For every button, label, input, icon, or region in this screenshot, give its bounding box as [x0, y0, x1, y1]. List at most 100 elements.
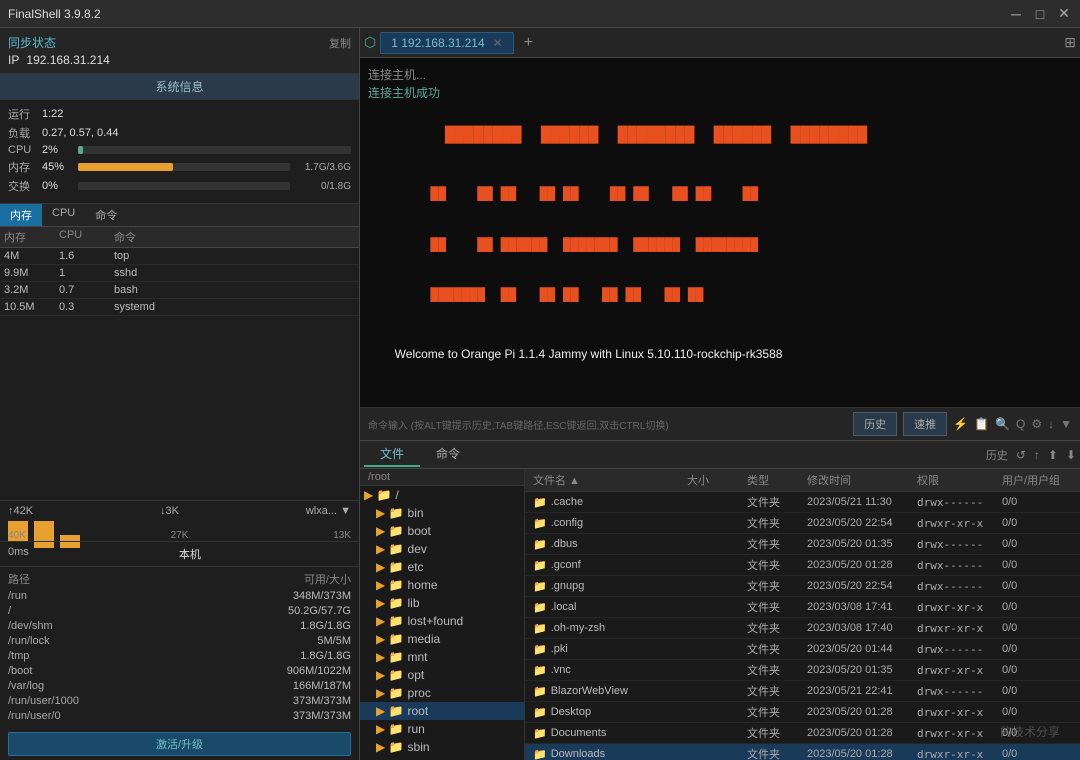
fm-header: 文件名 ▲ 大小 类型 修改时间 权限 用户/用户组 — [525, 469, 1080, 492]
proc-col-cpu: CPU — [59, 229, 114, 245]
proc-table: 内存 CPU 命令 4M 1.6 top 9.9M 1 sshd 3.2M 0.… — [0, 227, 359, 500]
fm-file-row[interactable]: 📁 .pki 文件夹 2023/05/20 01:44 drwx------ 0… — [525, 639, 1080, 660]
net-val-1: 40K — [8, 530, 26, 541]
fm-upload-btn[interactable]: ⬆ — [1048, 448, 1058, 462]
term-logo-3: ██ ██ ██████ ███████ ██████ ████████ — [368, 220, 1072, 271]
tree-item[interactable]: ▶ 📁 dev — [360, 540, 524, 558]
download-icon[interactable]: ↓ — [1048, 417, 1054, 431]
disk-row: /boot 906M/1022M — [8, 664, 351, 678]
tree-item[interactable]: ▶ 📁 opt — [360, 666, 524, 684]
copy-button[interactable]: 复制 — [329, 35, 351, 51]
mem-label: 内存 — [8, 159, 36, 175]
history-button[interactable]: 历史 — [853, 412, 897, 436]
fm-file-row[interactable]: 📁 BlazorWebView 文件夹 2023/05/21 22:41 drw… — [525, 681, 1080, 702]
tree-item[interactable]: ▶ 📁 sbin — [360, 738, 524, 756]
grid-view-button[interactable]: ⊞ — [1064, 34, 1076, 51]
fm-file-row[interactable]: 📁 .dbus 文件夹 2023/05/20 01:35 drwx------ … — [525, 534, 1080, 555]
proc-row[interactable]: 3.2M 0.7 bash — [0, 282, 359, 299]
fm-file-row[interactable]: 📁 Downloads 文件夹 2023/05/20 01:28 drwxr-x… — [525, 744, 1080, 760]
fm-col-perm[interactable]: 权限 — [917, 472, 1002, 488]
fm-file-row[interactable]: 📁 Desktop 文件夹 2023/05/20 01:28 drwxr-xr-… — [525, 702, 1080, 723]
mem-pct: 45% — [42, 161, 72, 173]
mem-bar-fill — [78, 163, 173, 171]
tree-item[interactable]: ▶ 📁 boot — [360, 522, 524, 540]
right-panel: ⬡ 1 192.168.31.214 ✕ + ⊞ 连接主机... 连接主机成功 … — [360, 28, 1080, 760]
proc-tab-cpu[interactable]: CPU — [42, 204, 85, 226]
fm-col-size[interactable]: 大小 — [687, 472, 747, 488]
maximize-button[interactable]: □ — [1032, 6, 1048, 22]
fm-up-btn[interactable]: ↑ — [1034, 448, 1040, 462]
fm-tab-files[interactable]: 文件 — [364, 442, 420, 467]
close-button[interactable]: ✕ — [1056, 6, 1072, 22]
proc-tab-mem[interactable]: 内存 — [0, 204, 42, 226]
proc-row[interactable]: 10.5M 0.3 systemd — [0, 299, 359, 316]
proc-row[interactable]: 9.9M 1 sshd — [0, 265, 359, 282]
tree-item[interactable]: ▶ 📁 proc — [360, 684, 524, 702]
fm-file-row[interactable]: 📁 .gconf 文件夹 2023/05/20 01:28 drwx------… — [525, 555, 1080, 576]
swap-label: 交换 — [8, 178, 36, 194]
fm-file-row[interactable]: 📁 Documents 文件夹 2023/05/20 01:28 drwxr-x… — [525, 723, 1080, 744]
terminal-area[interactable]: 连接主机... 连接主机成功 ████████ ██████ ████████ … — [360, 58, 1080, 407]
uptime-value: 1:22 — [42, 108, 72, 120]
tree-item[interactable]: ▶ 📁 lost+found — [360, 612, 524, 630]
fm-file-row[interactable]: 📁 .cache 文件夹 2023/05/21 11:30 drwx------… — [525, 492, 1080, 513]
tree-item[interactable]: ▶ 📁 media — [360, 630, 524, 648]
cmd-bar: 命令输入 (按ALT键提示历史,TAB键路径,ESC键返回,双击CTRL切换) … — [360, 407, 1080, 440]
fm-file-row[interactable]: 📁 .local 文件夹 2023/03/08 17:41 drwxr-xr-x… — [525, 597, 1080, 618]
proc-row[interactable]: 4M 1.6 top — [0, 248, 359, 265]
fm-download-btn[interactable]: ⬇ — [1066, 448, 1076, 462]
tree-item[interactable]: ▶ 📁 run — [360, 720, 524, 738]
chevron-icon[interactable]: ▼ — [1060, 417, 1072, 431]
upgrade-button[interactable]: 激活/升级 — [8, 732, 351, 756]
fm-file-row[interactable]: 📁 .vnc 文件夹 2023/05/20 01:35 drwxr-xr-x 0… — [525, 660, 1080, 681]
term-welcome: Welcome to Orange Pi 1.1.4 Jammy with Li… — [368, 327, 1072, 381]
proc-rows: 4M 1.6 top 9.9M 1 sshd 3.2M 0.7 bash 10.… — [0, 248, 359, 316]
net-up: ↑42K — [8, 505, 33, 517]
cmd-hint: 命令输入 (按ALT键提示历史,TAB键路径,ESC键返回,双击CTRL切换) — [368, 417, 669, 432]
fm-file-row[interactable]: 📁 .config 文件夹 2023/05/20 22:54 drwxr-xr-… — [525, 513, 1080, 534]
speed-button[interactable]: 速推 — [903, 412, 947, 436]
search-icon2[interactable]: 🔍 — [995, 417, 1010, 431]
disk-size-header: 可用/大小 — [271, 571, 351, 587]
net-val-3: 13K — [333, 530, 351, 541]
term-connecting-1: 连接主机... — [368, 66, 1072, 84]
tree-item[interactable]: ▶ 📁 lib — [360, 594, 524, 612]
minimize-button[interactable]: ─ — [1008, 6, 1024, 22]
tree-item[interactable]: ▶ 📁 / — [360, 486, 524, 504]
fm-col-name[interactable]: 文件名 ▲ — [533, 472, 687, 488]
mem-bar — [78, 163, 290, 171]
fm-col-owner[interactable]: 用户/用户组 — [1002, 472, 1072, 488]
sync-label: 同步状态 — [8, 34, 56, 51]
ping-host: 本机 — [29, 546, 351, 562]
fm-col-time[interactable]: 修改时间 — [807, 472, 917, 488]
clipboard-icon[interactable]: 📋 — [974, 417, 989, 431]
disk-row: /run/user/1000 373M/373M — [8, 694, 351, 708]
q-icon[interactable]: Q — [1016, 417, 1025, 431]
fm-file-row[interactable]: 📁 .gnupg 文件夹 2023/05/20 22:54 drwx------… — [525, 576, 1080, 597]
fm-refresh-btn[interactable]: ↺ — [1016, 448, 1026, 462]
proc-tabs: 内存 CPU 命令 — [0, 204, 359, 227]
fm-tabs: 文件 命令 历史 ↺ ↑ ⬆ ⬇ — [360, 441, 1080, 469]
tree-item[interactable]: ▶ 📁 home — [360, 576, 524, 594]
fm-tab-cmd[interactable]: 命令 — [420, 442, 476, 467]
proc-tab-cmd[interactable]: 命令 — [85, 204, 127, 226]
terminal-icon: ⬡ — [364, 34, 376, 51]
tab-close-button[interactable]: ✕ — [493, 36, 503, 50]
disk-row: / 50.2G/57.7G — [8, 604, 351, 618]
tree-item[interactable]: ▶ 📁 selinux — [360, 756, 524, 760]
fm-file-row[interactable]: 📁 .oh-my-zsh 文件夹 2023/03/08 17:40 drwxr-… — [525, 618, 1080, 639]
disk-row: /var/log 166M/187M — [8, 679, 351, 693]
new-tab-button[interactable]: + — [516, 31, 541, 55]
proc-col-cmd: 命令 — [114, 229, 355, 245]
lightning-icon[interactable]: ⚡ — [953, 417, 968, 431]
cpu-bar-fill — [78, 146, 83, 154]
fm-col-type[interactable]: 类型 — [747, 472, 807, 488]
tree-item[interactable]: ▶ 📁 mnt — [360, 648, 524, 666]
settings-icon[interactable]: ⚙ — [1031, 417, 1042, 431]
tree-item[interactable]: ▶ 📁 etc — [360, 558, 524, 576]
terminal-tab[interactable]: 1 192.168.31.214 ✕ — [380, 32, 513, 54]
tab-bar: ⬡ 1 192.168.31.214 ✕ + ⊞ — [360, 28, 1080, 58]
tree-item[interactable]: ▶ 📁 root — [360, 702, 524, 720]
cpu-bar — [78, 146, 351, 154]
tree-item[interactable]: ▶ 📁 bin — [360, 504, 524, 522]
